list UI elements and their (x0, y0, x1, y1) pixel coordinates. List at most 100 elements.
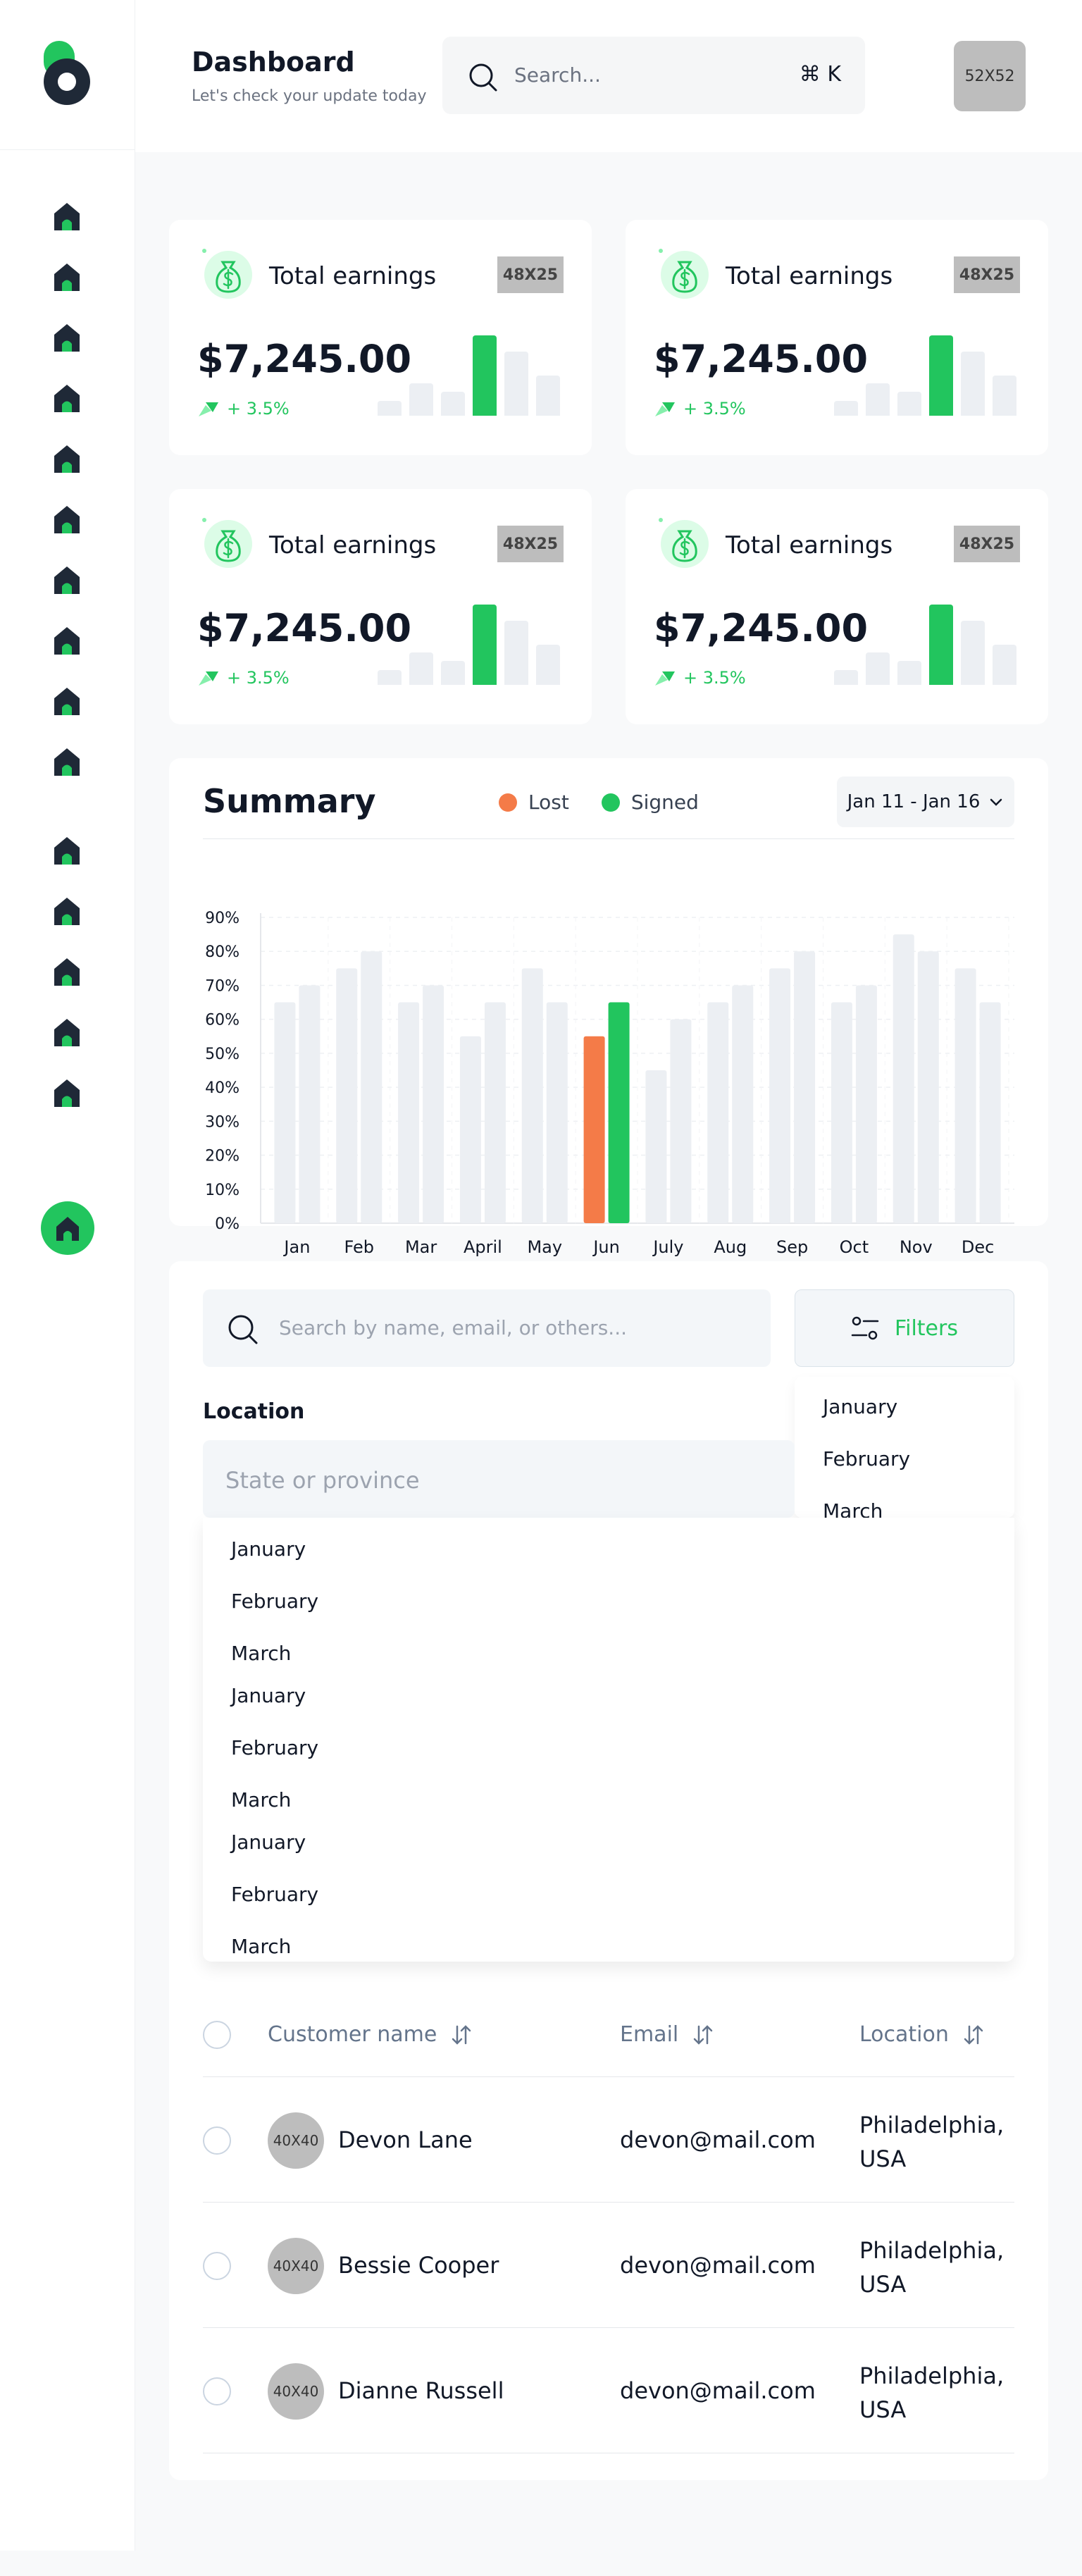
home-icon[interactable] (52, 443, 82, 474)
mini-bar (834, 401, 858, 416)
bar-signed-dec[interactable] (979, 1002, 1001, 1223)
home-icon[interactable] (52, 746, 82, 777)
card-title: Total earnings (269, 262, 437, 290)
mini-bar (378, 670, 402, 685)
card-title: Total earnings (269, 531, 437, 559)
y-tick-label: 40% (205, 1079, 240, 1097)
mini-bar (473, 335, 497, 416)
bar-lost-feb[interactable] (336, 968, 358, 1223)
bar-lost-jun[interactable] (583, 1036, 605, 1223)
bar-signed-mar[interactable] (423, 985, 444, 1223)
bar-signed-july[interactable] (670, 1019, 692, 1223)
location-dropdown-item[interactable]: March (231, 1935, 291, 1958)
location-dropdown: January February March January February March… (203, 1518, 1014, 1962)
mini-bar (504, 621, 528, 685)
home-icon[interactable] (52, 1017, 82, 1048)
bar-signed-april[interactable] (484, 1002, 506, 1223)
bar-signed-aug[interactable] (732, 985, 754, 1223)
home-icon[interactable] (52, 1077, 82, 1108)
card-image-placeholder: 48X25 (497, 256, 564, 293)
filters-label: Filters (895, 1315, 958, 1341)
select-all-checkbox[interactable] (203, 2021, 231, 2049)
home-icon[interactable] (52, 835, 82, 866)
mini-bar (993, 645, 1016, 685)
column-header-location[interactable]: Location (859, 2022, 984, 2047)
card-trend-value: + 3.5% (683, 399, 746, 419)
bar-lost-may[interactable] (521, 968, 543, 1223)
column-header-customer[interactable]: Customer name (268, 2022, 472, 2047)
trend-up-icon (655, 671, 675, 686)
location-dropdown-item[interactable]: January (231, 1831, 306, 1854)
bar-lost-aug[interactable] (707, 1002, 729, 1223)
customer-email: devon@mail.com (620, 2252, 816, 2279)
location-dropdown-item[interactable]: January (231, 1684, 306, 1707)
row-checkbox[interactable] (203, 2126, 231, 2155)
home-icon[interactable] (52, 504, 82, 535)
row-checkbox[interactable] (203, 2377, 231, 2405)
home-icon[interactable] (52, 201, 82, 232)
location-dropdown-item[interactable]: January (231, 1537, 306, 1561)
y-tick-label: 20% (205, 1148, 240, 1165)
filters-dropdown-item[interactable]: January (823, 1395, 897, 1418)
table-row[interactable]: 40X40 Dianne Russell devon@mail.com Philade… (203, 2328, 1014, 2453)
bar-signed-feb[interactable] (361, 951, 383, 1223)
sidebar (0, 0, 135, 2551)
mini-bar (993, 376, 1016, 416)
bar-signed-jun[interactable] (608, 1002, 630, 1223)
date-range-picker[interactable]: Jan 11 - Jan 16 (837, 776, 1014, 827)
home-icon[interactable] (52, 896, 82, 927)
table-row[interactable]: 40X40 Bessie Cooper devon@mail.com Philadel… (203, 2203, 1014, 2328)
bar-signed-may[interactable] (546, 1002, 568, 1223)
location-dropdown-item[interactable]: March (231, 1788, 291, 1812)
home-icon[interactable] (52, 686, 82, 717)
summary-divider (203, 838, 1014, 839)
bar-lost-oct[interactable] (831, 1002, 852, 1223)
row-checkbox[interactable] (203, 2252, 231, 2280)
home-icon[interactable] (52, 956, 82, 987)
bar-lost-april[interactable] (459, 1036, 481, 1223)
bar-lost-dec[interactable] (954, 968, 976, 1223)
location-input[interactable]: State or province (203, 1440, 795, 1518)
location-dropdown-item[interactable]: February (231, 1736, 318, 1759)
bar-signed-oct[interactable] (855, 985, 877, 1223)
money-bag-icon (659, 518, 709, 568)
legend-label-signed: Signed (630, 791, 699, 814)
card-trend: + 3.5% (654, 399, 746, 419)
home-icon[interactable] (52, 564, 82, 595)
card-title: Total earnings (726, 531, 893, 559)
home-icon[interactable] (52, 261, 82, 292)
customer-search-input[interactable]: Search by name, email, or others... (203, 1289, 771, 1367)
bar-lost-mar[interactable] (398, 1002, 420, 1223)
search-input[interactable]: Search... ⌘ K (442, 37, 865, 114)
column-header-email[interactable]: Email (620, 2022, 714, 2047)
x-tick-label: Nov (900, 1237, 933, 1257)
location-dropdown-item[interactable]: February (231, 1883, 318, 1906)
card-trend: + 3.5% (654, 668, 746, 688)
column-label-email: Email (620, 2022, 679, 2047)
location-dropdown-item[interactable]: March (231, 1642, 291, 1665)
bar-lost-nov[interactable] (893, 934, 914, 1223)
customer-email: devon@mail.com (620, 2126, 816, 2153)
home-icon[interactable] (52, 322, 82, 353)
logo-icon[interactable] (44, 41, 90, 106)
mini-bar (834, 670, 858, 685)
mini-bar (897, 661, 921, 685)
mini-bar (897, 392, 921, 416)
x-tick-label: Sep (776, 1237, 808, 1257)
home-icon[interactable] (52, 383, 82, 414)
location-dropdown-item[interactable]: February (231, 1590, 318, 1613)
home-icon[interactable] (52, 625, 82, 656)
filters-button[interactable]: Filters (795, 1289, 1014, 1367)
mini-bar (378, 401, 402, 416)
table-row[interactable]: 40X40 Devon Lane devon@mail.com Philadelphi… (203, 2077, 1014, 2203)
bar-lost-sep[interactable] (769, 968, 791, 1223)
user-avatar[interactable]: 52X52 (954, 41, 1026, 111)
bar-signed-jan[interactable] (299, 985, 321, 1223)
bar-lost-july[interactable] (645, 1070, 667, 1223)
bar-signed-nov[interactable] (917, 951, 939, 1223)
bar-lost-jan[interactable] (274, 1002, 296, 1223)
bar-signed-sep[interactable] (794, 951, 816, 1223)
card-trend-value: + 3.5% (683, 668, 746, 688)
nav-item-active[interactable] (41, 1201, 94, 1255)
filters-dropdown-item[interactable]: February (823, 1447, 910, 1470)
